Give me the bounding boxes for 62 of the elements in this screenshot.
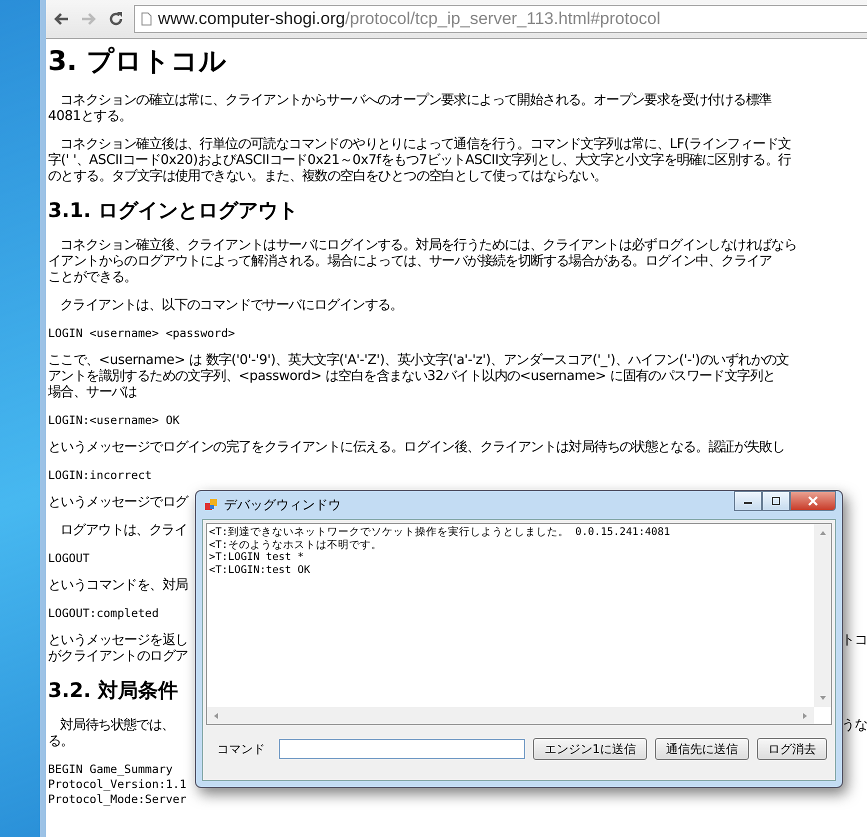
close-button[interactable]	[790, 491, 836, 511]
scroll-left-icon[interactable]	[213, 712, 219, 720]
log-line: <T:LOGIN:test OK	[209, 564, 310, 576]
code-line: LOGOUT	[48, 551, 90, 566]
page-heading: 3. プロトコル	[48, 45, 226, 79]
log-line: <T:到達できないネットワークでソケット操作を実行しようとしました。 0.0.15.241:4081	[209, 526, 670, 538]
vertical-scrollbar[interactable]	[814, 524, 831, 707]
forward-icon[interactable]	[80, 11, 98, 27]
action-button[interactable]: 通信先に送信	[655, 738, 749, 760]
command-label: コマンド	[217, 740, 265, 758]
paragraph-text: ログアウトは、クライ	[59, 523, 188, 539]
app-icon	[204, 498, 218, 512]
paragraph-text: というメッセージでログインの完了をクライアントに伝える。ログイン後、クライアントは対局待ちの状態となる。認証が失敗し	[48, 440, 785, 456]
paragraph-text: というコマンドを、対局	[48, 578, 188, 594]
section-heading: 3.2. 対局条件	[48, 677, 178, 704]
code-line: LOGIN:<username> OK	[48, 413, 180, 428]
code-line: Protocol_Version:1.1	[48, 777, 186, 792]
paragraph-text: というメッセージを返し	[48, 633, 188, 649]
paragraph-text: ここで、<username> は 数字('0'-'9')、英大文字('A'-'Z')、英小文字('a'-'z')、アンダースコア('_')、ハイフン('-')のいずれかの文	[48, 353, 789, 368]
paragraph-text: コネクションの確立は常に、クライアントからサーバへのオープン要求によって開始される。オープン要求を受け付ける標準	[59, 93, 772, 109]
code-line: LOGIN:incorrect	[48, 468, 152, 483]
maximize-icon	[771, 497, 781, 505]
log-line: >T:LOGIN test *	[209, 551, 304, 564]
command-input[interactable]	[279, 739, 526, 759]
back-icon[interactable]	[52, 11, 70, 27]
scroll-up-icon[interactable]	[818, 530, 826, 536]
code-line: LOGOUT:completed	[48, 606, 159, 621]
maximize-button[interactable]	[762, 491, 790, 511]
paragraph-text: アントを識別するための文字列、<password> は空白を含まない32バイト以内の<username> に固有のパスワード文字列と	[48, 369, 776, 385]
reload-icon[interactable]	[108, 11, 124, 27]
section-heading: 3.1. ログインとログアウト	[48, 197, 298, 224]
log-line: <T:そのようなホストは不明です。	[209, 538, 382, 551]
paragraph-text: トコ	[842, 633, 867, 649]
scroll-down-icon[interactable]	[818, 695, 826, 701]
paragraph-text: 対局待ち状態では、	[59, 718, 174, 734]
url-text: www.computer-shogi.org/protocol/tcp_ip_server_113.html#protocol	[158, 9, 660, 29]
code-line: Protocol_Mode:Server	[48, 792, 186, 807]
paragraph-text: イアントからのログアウトによって解消される。場合によっては、サーバが接続を切断する場合がある。ログイン中、クライア	[48, 254, 772, 270]
page-icon	[141, 12, 152, 26]
action-button[interactable]: エンジン1に送信	[533, 738, 647, 760]
paragraph-text: というメッセージでログ	[48, 495, 188, 511]
horizontal-scrollbar[interactable]	[207, 707, 814, 724]
paragraph-text: る。	[48, 734, 74, 750]
paragraph-text: ことができる。	[48, 270, 137, 286]
action-button[interactable]: ログ消去	[757, 738, 827, 760]
paragraph-text: のとする。タブ文字は使用できない。また、複数の空白をひとつの空白として使ってはならない。	[48, 169, 607, 185]
minimize-button[interactable]	[734, 491, 762, 511]
log-area[interactable]: <T:到達できないネットワークでソケット操作を実行しようとしました。 0.0.15.241:4081 <T:そのようなホストは不明です。 >T:LOGIN test * <T:LOGIN:test OK	[206, 523, 832, 725]
code-line: LOGIN <username> <password>	[48, 326, 235, 341]
paragraph-text: がクライアントのログア	[48, 649, 188, 665]
window-title: デバッグウィンドウ	[224, 497, 341, 514]
paragraph-text: 字(' '、ASCIIコード0x20)およびASCIIコード0x21～0x7fをもつ7ビットASCII文字列とし、大文字と小文字を明確に区別する。行	[48, 153, 791, 168]
paragraph-text: 場合、サーバは	[48, 385, 137, 401]
paragraph-text: うな	[842, 718, 867, 734]
paragraph-text: コネクション確立後は、行単位の可読なコマンドのやりとりによって通信を行う。コマンド文字列は常に、LF(ラインフィード文	[59, 137, 791, 152]
code-line: BEGIN Game_Summary	[48, 762, 173, 777]
scroll-right-icon[interactable]	[802, 712, 808, 720]
paragraph-text: 4081とする。	[48, 109, 132, 125]
paragraph-text: コネクション確立後、クライアントはサーバにログインする。対局を行うためには、クライアントは必ずログインしなければなら	[59, 238, 797, 254]
close-icon	[807, 496, 819, 506]
address-bar[interactable]: www.computer-shogi.org/protocol/tcp_ip_server_113.html#protocol	[134, 5, 867, 33]
paragraph-text: クライアントは、以下のコマンドでサーバにログインする。	[59, 298, 403, 314]
